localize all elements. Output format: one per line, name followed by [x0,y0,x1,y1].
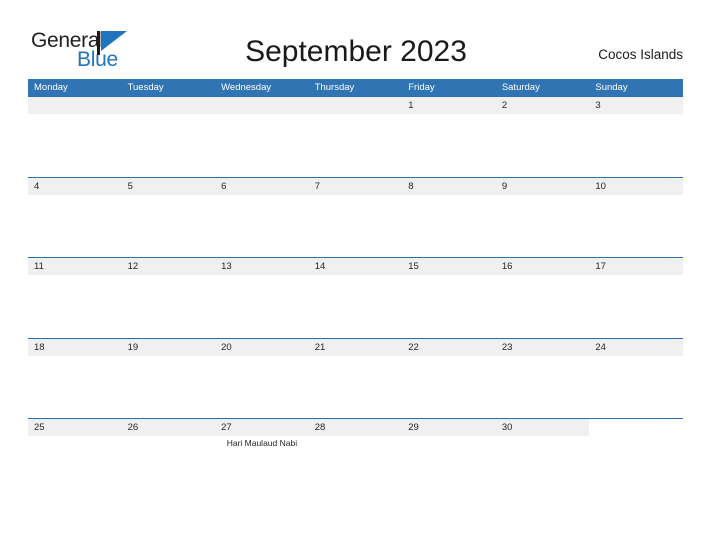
day-cell[interactable]: 19 [122,339,216,356]
day-cell[interactable] [28,97,122,114]
day-cell[interactable]: 17 [589,258,683,275]
week-row: 25 26 27 28 29 30 Hari Maulaud Nabi [28,418,683,499]
day-cell[interactable]: 3 [589,97,683,114]
event-label [402,195,496,209]
week-row: 4 5 6 7 8 9 10 [28,176,683,258]
event-label [496,114,590,128]
event-label [122,195,216,209]
event-label [496,195,590,209]
day-cell[interactable]: 18 [28,339,122,356]
day-cell[interactable]: 10 [589,178,683,195]
event-label [309,114,403,128]
monthly-calendar: Monday Tuesday Wednesday Thursday Friday… [28,79,683,499]
week-row: 18 19 20 21 22 23 24 [28,337,683,419]
day-cell[interactable] [122,97,216,114]
event-label [122,114,216,128]
week-event-band [28,356,683,370]
event-label [122,275,216,289]
day-cell[interactable]: 5 [122,178,216,195]
day-cell[interactable]: 29 [402,419,496,436]
day-cell[interactable] [215,97,309,114]
day-cell[interactable] [309,97,403,114]
day-cell[interactable]: 11 [28,258,122,275]
event-label [122,436,216,450]
weekday-header-row: Monday Tuesday Wednesday Thursday Friday… [28,79,683,96]
location-label: Cocos Islands [598,47,683,62]
day-cell[interactable]: 12 [122,258,216,275]
event-label [28,114,122,128]
week-row: 11 12 13 14 15 16 17 [28,257,683,338]
week-event-band [28,275,683,289]
weekday-header-wednesday: Wednesday [221,82,272,93]
week-event-band [28,114,683,128]
event-label [402,275,496,289]
week-date-band: 1 2 3 [28,97,683,114]
weekday-header-friday: Friday [408,82,435,93]
week-date-band: 18 19 20 21 22 23 24 [28,338,683,356]
day-cell[interactable]: 23 [496,339,590,356]
weekday-header-saturday: Saturday [501,82,540,93]
event-label [496,275,590,289]
day-cell[interactable]: 8 [402,178,496,195]
event-label [496,356,590,370]
day-cell[interactable]: 15 [402,258,496,275]
day-cell[interactable]: 28 [308,419,403,436]
day-cell[interactable]: 27 [215,419,309,436]
day-cell[interactable]: 4 [28,178,122,195]
day-cell[interactable]: 20 [215,339,309,356]
day-cell[interactable] [589,419,683,436]
event-label [309,356,403,370]
event-label [215,275,309,289]
day-cell[interactable]: 14 [309,258,403,275]
day-cell[interactable]: 22 [402,339,496,356]
event-label [402,436,496,450]
day-cell[interactable]: 2 [496,97,590,114]
event-label [28,356,122,370]
week-event-band: Hari Maulaud Nabi [28,436,683,450]
event-label [309,195,403,209]
weekday-header-monday: Monday [34,82,68,93]
event-label [589,114,683,128]
day-cell[interactable]: 13 [215,258,309,275]
day-cell[interactable]: 1 [402,97,496,114]
day-cell[interactable]: 6 [215,178,309,195]
day-cell[interactable]: 9 [496,178,590,195]
day-cell[interactable]: 25 [28,419,122,436]
weekday-header-tuesday: Tuesday [127,82,164,93]
event-label: Hari Maulaud Nabi [226,438,298,448]
event-label [215,356,309,370]
day-cell[interactable]: 21 [309,339,403,356]
event-label [589,436,683,450]
day-cell[interactable]: 24 [589,339,683,356]
event-label [402,356,496,370]
week-event-band [28,195,683,209]
day-cell[interactable]: 16 [496,258,590,275]
event-label [589,356,683,370]
week-date-band: 25 26 27 28 29 30 [28,419,683,436]
event-label [309,436,403,450]
day-cell[interactable]: 26 [121,419,216,436]
week-date-band: 11 12 13 14 15 16 17 [28,258,683,275]
weekday-header-thursday: Thursday [314,82,355,93]
event-label [215,114,309,128]
event-label [28,195,122,209]
day-cell[interactable]: 7 [309,178,403,195]
event-label [309,275,403,289]
page-header: General Blue September 2023 Cocos Island… [0,0,712,79]
event-label [589,195,683,209]
event-label [402,114,496,128]
event-label [215,195,309,209]
event-label [28,436,122,450]
day-cell[interactable]: 30 [495,419,590,436]
event-label [589,275,683,289]
weekday-header-sunday: Sunday [595,82,628,93]
week-date-band: 4 5 6 7 8 9 10 [28,177,683,195]
event-label [28,275,122,289]
event-label [496,436,590,450]
event-label [122,356,216,370]
week-row: 1 2 3 [28,96,683,177]
